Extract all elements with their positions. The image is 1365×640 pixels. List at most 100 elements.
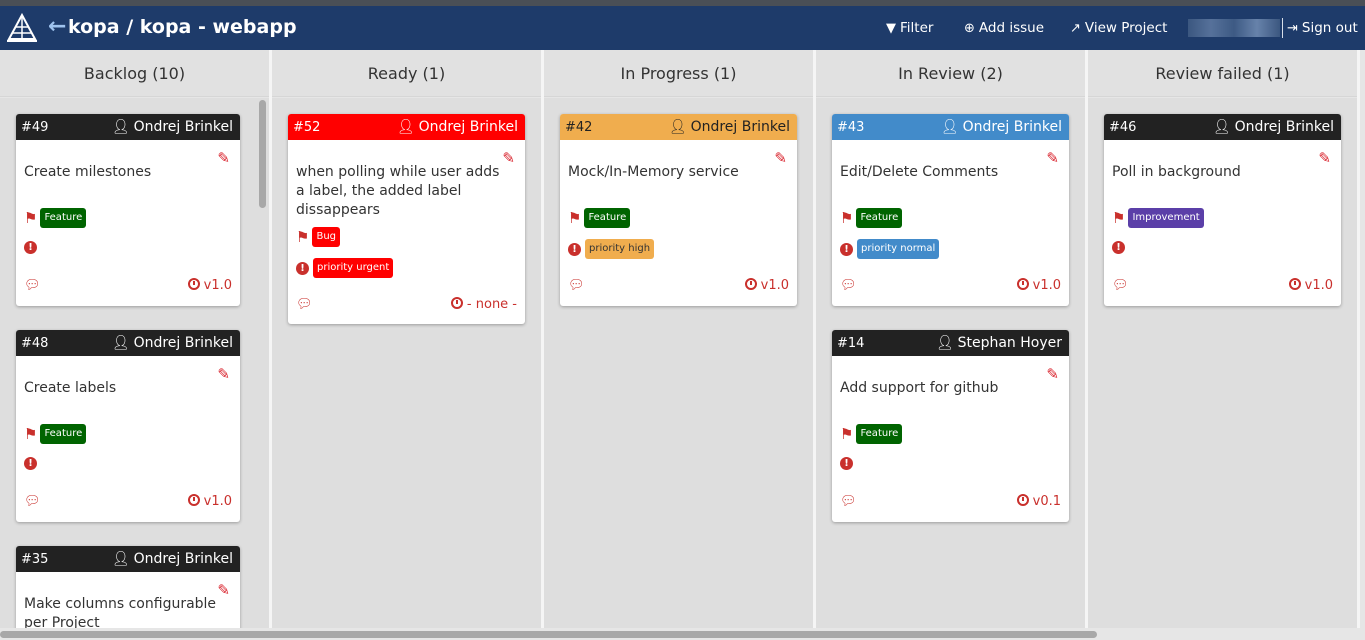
milestone-label: v1.0 <box>203 494 232 509</box>
issue-card[interactable]: #42 👤︎ Ondrej Brinkel ✎ Mock/In-Memory se… <box>560 114 797 306</box>
assignee-name: Ondrej Brinkel <box>962 119 1062 135</box>
tags-icon[interactable]: ⚑ <box>1112 209 1125 227</box>
column-body: #49 👤︎ Ondrej Brinkel ✎ Create milestones… <box>0 98 269 628</box>
filter-icon: ▼ <box>886 21 896 36</box>
assignee-name: Ondrej Brinkel <box>133 119 233 135</box>
exclamation-circle-icon[interactable]: ! <box>24 241 37 254</box>
issue-card[interactable]: #48 👤︎ Ondrej Brinkel ✎ Create labels ⚑ F… <box>16 330 240 522</box>
sign-out-button[interactable]: ⇥ Sign out <box>1287 19 1358 38</box>
exclamation-circle-icon[interactable]: ! <box>840 242 853 256</box>
priority-badge[interactable]: priority high <box>585 239 655 259</box>
backlog-scrollbar[interactable] <box>259 100 266 208</box>
milestone[interactable]: - none - <box>450 297 517 312</box>
issue-title: Poll in background <box>1112 164 1241 180</box>
issue-title: Create milestones <box>24 164 152 180</box>
labels-row: ⚑ Feature <box>568 208 631 228</box>
column-body: #46 👤︎ Ondrej Brinkel ✎ Poll in backgroun… <box>1088 98 1357 628</box>
issue-title: Make columns configurable per Project <box>24 596 217 628</box>
assignee-name: Ondrej Brinkel <box>1234 119 1334 135</box>
label-badge[interactable]: Feature <box>856 424 903 444</box>
comments-icon[interactable]: 💬︎ <box>24 494 41 509</box>
exclamation-circle-icon[interactable]: ! <box>296 261 309 275</box>
sign-out-label: Sign out <box>1301 20 1358 36</box>
label-badge[interactable]: Bug <box>312 227 340 247</box>
comments-icon[interactable]: 💬︎ <box>24 278 41 293</box>
milestone[interactable]: v1.0 <box>187 278 232 293</box>
navbar: ← kopa / kopa - webapp ▼ Filter ⊕ Add issu… <box>0 6 1365 50</box>
comments-icon[interactable]: 💬︎ <box>568 278 585 293</box>
card-header: #14 👤︎ Stephan Hoyer <box>832 330 1069 356</box>
label-badge[interactable]: Feature <box>856 208 903 228</box>
back-arrow-icon[interactable]: ← <box>48 15 66 39</box>
card-header: #43 👤︎ Ondrej Brinkel <box>832 114 1069 140</box>
exclamation-circle-icon[interactable]: ! <box>1112 241 1125 254</box>
issue-number[interactable]: #35 <box>21 552 48 567</box>
milestone[interactable]: v1.0 <box>1016 278 1061 293</box>
milestone-label: v1.0 <box>760 278 789 293</box>
issue-card[interactable]: #43 👤︎ Ondrej Brinkel ✎ Edit/Delete Comme… <box>832 114 1069 306</box>
issue-title: when polling while user adds a label, th… <box>296 164 500 218</box>
column-body: #52 👤︎ Ondrej Brinkel ✎ when polling whil… <box>272 98 541 628</box>
issue-number[interactable]: #52 <box>293 120 320 135</box>
labels-row: ⚑ Bug <box>296 227 340 247</box>
issue-title: Edit/Delete Comments <box>840 164 999 180</box>
tags-icon[interactable]: ⚑ <box>840 425 853 443</box>
card-footer: 💬︎ - none - <box>296 297 517 312</box>
exclamation-circle-icon[interactable]: ! <box>568 242 581 256</box>
card-footer: 💬︎ v1.0 <box>568 278 789 293</box>
exclamation-circle-icon[interactable]: ! <box>840 457 853 470</box>
issue-card[interactable]: #14 👤︎ Stephan Hoyer ✎ Add support for gi… <box>832 330 1069 522</box>
milestone[interactable]: v1.0 <box>187 494 232 509</box>
tags-icon[interactable]: ⚑ <box>568 209 581 227</box>
assignee-name: Ondrej Brinkel <box>418 119 518 135</box>
issue-card[interactable]: #46 👤︎ Ondrej Brinkel ✎ Poll in backgroun… <box>1104 114 1341 306</box>
view-project-link[interactable]: ↗ View Project <box>1070 19 1167 38</box>
issue-number[interactable]: #43 <box>837 120 864 135</box>
tags-icon[interactable]: ⚑ <box>296 228 309 246</box>
issue-number[interactable]: #46 <box>1109 120 1136 135</box>
priority-badge[interactable]: priority normal <box>857 239 940 259</box>
issue-number[interactable]: #49 <box>21 120 48 135</box>
issue-card[interactable]: #49 👤︎ Ondrej Brinkel ✎ Create milestones… <box>16 114 240 306</box>
user-icon: 👤︎ <box>1212 119 1231 135</box>
issue-title: Create labels <box>24 380 117 396</box>
issue-number[interactable]: #42 <box>565 120 592 135</box>
assignee: 👤︎ Stephan Hoyer <box>936 335 1062 351</box>
milestone[interactable]: v1.0 <box>744 278 789 293</box>
app-logo-icon[interactable] <box>6 13 38 43</box>
milestone[interactable]: v1.0 <box>1288 278 1333 293</box>
exclamation-circle-icon[interactable]: ! <box>24 457 37 470</box>
assignee-name: Ondrej Brinkel <box>133 551 233 567</box>
tags-icon[interactable]: ⚑ <box>24 425 37 443</box>
comments-icon[interactable]: 💬︎ <box>840 278 857 293</box>
user-name-redacted <box>1188 19 1280 37</box>
project-title[interactable]: kopa / kopa - webapp <box>68 16 297 38</box>
user-icon: 👤︎ <box>111 335 130 351</box>
comments-icon[interactable]: 💬︎ <box>296 297 313 312</box>
issue-card[interactable]: #52 👤︎ Ondrej Brinkel ✎ when polling whil… <box>288 114 525 324</box>
milestone[interactable]: v0.1 <box>1016 494 1061 509</box>
tags-icon[interactable]: ⚑ <box>840 209 853 227</box>
label-badge[interactable]: Feature <box>584 208 631 228</box>
priority-row: ! <box>24 241 41 254</box>
filter-button[interactable]: ▼ Filter <box>886 19 933 38</box>
card-footer: 💬︎ v1.0 <box>24 278 232 293</box>
assignee: 👤︎ Ondrej Brinkel <box>1213 119 1334 135</box>
label-badge[interactable]: Feature <box>40 208 87 228</box>
priority-badge[interactable]: priority urgent <box>313 258 394 278</box>
add-issue-button[interactable]: ⊕ Add issue <box>964 19 1044 38</box>
column-header: Backlog (10) <box>0 50 269 97</box>
priority-row: ! priority normal <box>840 239 940 259</box>
label-badge[interactable]: Feature <box>40 424 87 444</box>
horizontal-scrollbar-thumb[interactable] <box>0 631 1097 638</box>
column-header: Ready (1) <box>272 50 541 97</box>
issue-number[interactable]: #14 <box>837 336 864 351</box>
comments-icon[interactable]: 💬︎ <box>1112 278 1129 293</box>
column-header: Review failed (1) <box>1088 50 1357 97</box>
milestone-label: v0.1 <box>1032 494 1061 509</box>
label-badge[interactable]: Improvement <box>1128 208 1204 228</box>
issue-card[interactable]: #35 👤︎ Ondrej Brinkel ✎ Make columns conf… <box>16 546 240 628</box>
tags-icon[interactable]: ⚑ <box>24 209 37 227</box>
comments-icon[interactable]: 💬︎ <box>840 494 857 509</box>
issue-number[interactable]: #48 <box>21 336 48 351</box>
